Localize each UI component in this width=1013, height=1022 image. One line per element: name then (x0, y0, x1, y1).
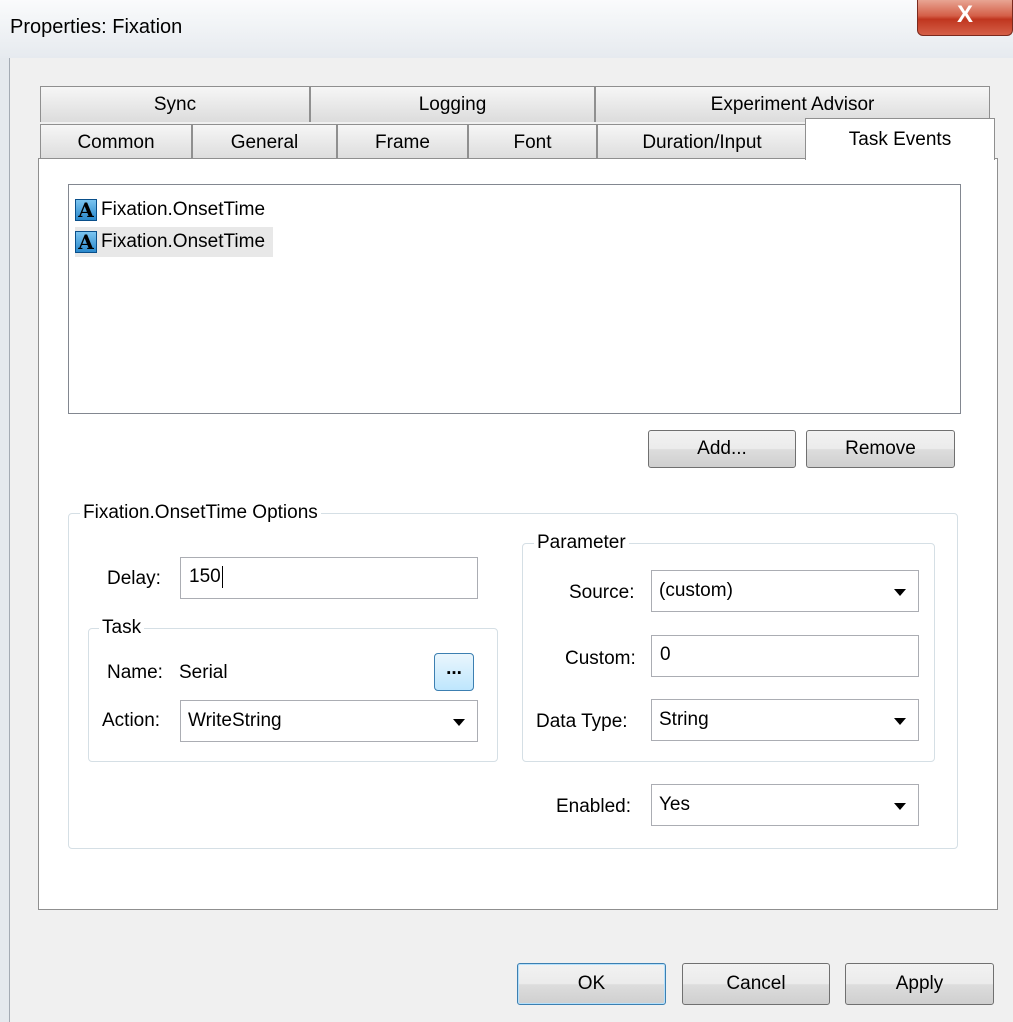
dropdown-arrow-icon (453, 719, 465, 726)
options-group-title: Fixation.OnsetTime Options (80, 502, 321, 524)
dropdown-arrow-icon (894, 589, 906, 596)
tab-task-events[interactable]: Task Events (805, 118, 995, 160)
text-cursor (221, 565, 223, 588)
enabled-select[interactable]: Yes (651, 784, 919, 826)
source-select[interactable]: (custom) (651, 570, 919, 612)
window-title: Properties: Fixation (10, 16, 183, 38)
tab-frame[interactable]: Frame (337, 124, 468, 160)
task-action-label: Action: (102, 710, 161, 731)
data-type-select[interactable]: String (651, 699, 919, 741)
task-events-list[interactable]: A Fixation.OnsetTime A Fixation.OnsetTim… (68, 184, 961, 414)
tab-duration-input[interactable]: Duration/Input (597, 124, 807, 160)
remove-button[interactable]: Remove (806, 430, 955, 468)
add-button[interactable]: Add... (648, 430, 796, 468)
task-name-label: Name: (107, 662, 163, 683)
dropdown-arrow-icon (894, 718, 906, 725)
tab-logging[interactable]: Logging (310, 86, 595, 122)
custom-label: Custom: (565, 648, 636, 669)
window-frame-left (0, 58, 10, 1022)
list-item[interactable]: A Fixation.OnsetTime (75, 195, 273, 225)
list-item[interactable]: A Fixation.OnsetTime (75, 227, 274, 257)
text-a-icon: A (75, 231, 97, 253)
cancel-button[interactable]: Cancel (682, 963, 830, 1005)
ok-button[interactable]: OK (517, 963, 666, 1005)
tab-sync[interactable]: Sync (40, 86, 310, 122)
list-item-label: Fixation.OnsetTime (101, 199, 266, 220)
dropdown-arrow-icon (894, 803, 906, 810)
delay-field[interactable]: 150 (180, 557, 478, 599)
browse-task-button[interactable]: ... (434, 653, 474, 691)
custom-field[interactable]: 0 (651, 635, 919, 677)
tab-font[interactable]: Font (468, 124, 597, 160)
delay-label: Delay: (107, 568, 161, 589)
close-icon: X (956, 1, 973, 28)
title-bar: Properties: Fixation X (0, 0, 1013, 58)
list-item-label: Fixation.OnsetTime (101, 231, 266, 252)
source-label: Source: (569, 582, 635, 603)
tab-common[interactable]: Common (40, 124, 192, 160)
task-action-select[interactable]: WriteString (180, 700, 478, 742)
parameter-group-title: Parameter (534, 532, 629, 554)
data-type-label: Data Type: (536, 711, 628, 732)
tab-experiment-advisor[interactable]: Experiment Advisor (595, 86, 990, 122)
close-button[interactable]: X (917, 0, 1013, 36)
apply-button[interactable]: Apply (845, 963, 994, 1005)
text-a-icon: A (75, 199, 97, 221)
task-name-value: Serial (179, 662, 228, 683)
task-group-title: Task (99, 617, 145, 639)
tab-general[interactable]: General (192, 124, 337, 160)
enabled-label: Enabled: (556, 796, 632, 817)
